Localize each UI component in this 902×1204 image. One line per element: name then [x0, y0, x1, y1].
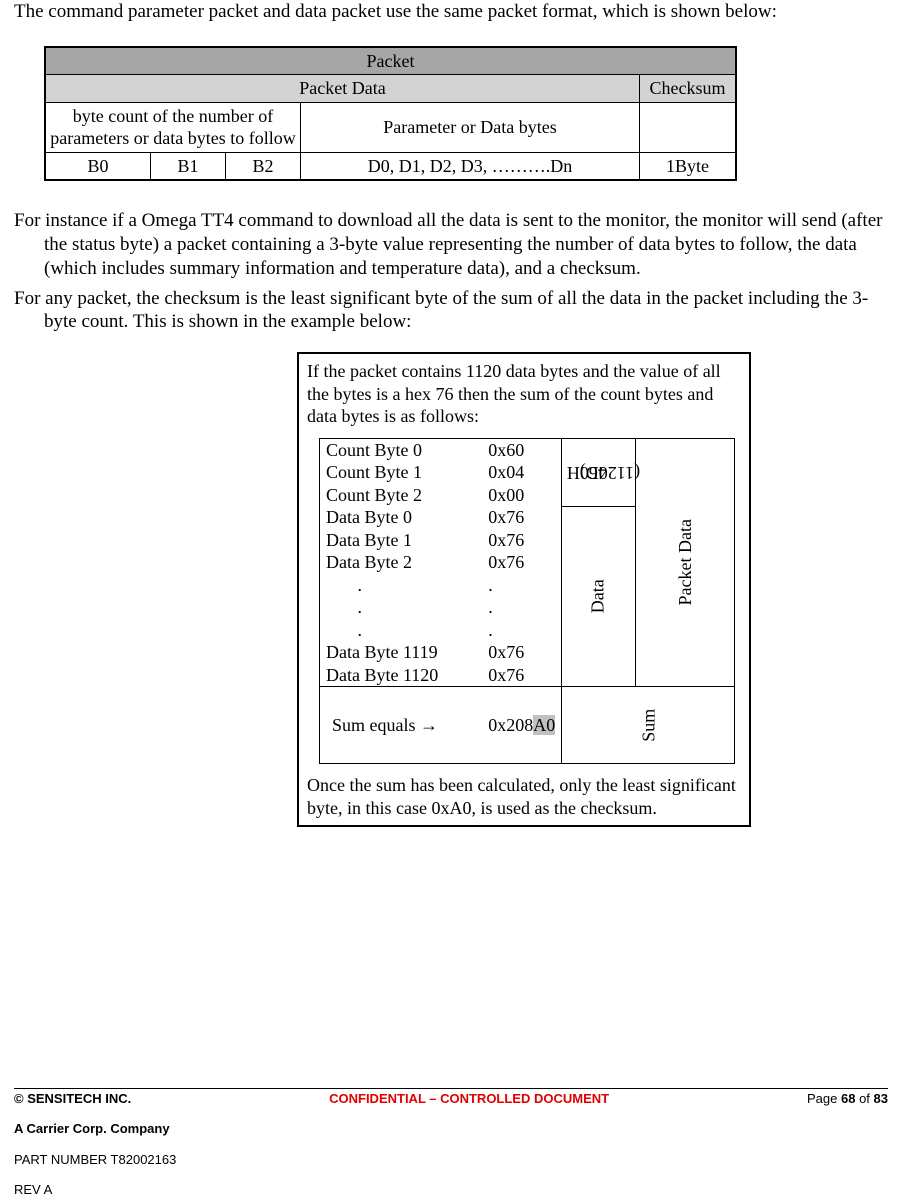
byte-value: 0x76	[482, 551, 562, 574]
b2-cell: B2	[226, 152, 301, 180]
byte-value: .	[482, 574, 562, 597]
page-footer: © SENSITECH INC. CONFIDENTIAL – CONTROLL…	[14, 1088, 888, 1198]
byte-label: Data Byte 1119	[320, 641, 483, 664]
byte-label: .	[320, 619, 483, 642]
byte-value: .	[482, 596, 562, 619]
packet-data-bracket-label: Packet Data	[635, 438, 734, 687]
param-or-data-desc: Parameter or Data bytes	[301, 102, 640, 152]
byte-label: Data Byte 2	[320, 551, 483, 574]
packet-format-table: Packet Packet Data Checksum byte count o…	[44, 46, 737, 182]
example-trail-text: Once the sum has been calculated, only t…	[298, 768, 750, 826]
footer-page-number: Page 68 of 83	[807, 1091, 888, 1107]
footer-rev: REV A	[14, 1182, 888, 1198]
checksum-size-cell: 1Byte	[640, 152, 737, 180]
checksum-cell-blank	[640, 102, 737, 152]
byte-value: 0x76	[482, 664, 562, 687]
byte-value: 0x76	[482, 529, 562, 552]
byte-label: .	[320, 596, 483, 619]
byte-value: 0x00	[482, 484, 562, 507]
byte-label: Count Byte 1	[320, 461, 483, 484]
packet-title: Packet	[45, 47, 736, 75]
byte-label: .	[320, 574, 483, 597]
intro-text: The command parameter packet and data pa…	[14, 0, 888, 24]
byte-label: Count Byte 2	[320, 484, 483, 507]
count-bracket-label: 460H(1120D)	[562, 438, 635, 506]
paragraph-3: For any packet, the checksum is the leas…	[14, 287, 888, 335]
sum-bracket-label: Sum	[562, 687, 735, 764]
checksum-header: Checksum	[640, 75, 737, 103]
sum-label: Sum equals →	[320, 687, 483, 764]
paragraph-2: For instance if a Omega TT4 command to d…	[14, 209, 888, 280]
packet-data-header: Packet Data	[45, 75, 640, 103]
byte-value: 0x76	[482, 506, 562, 529]
byte-label: Data Byte 1120	[320, 664, 483, 687]
footer-confidential: CONFIDENTIAL – CONTROLLED DOCUMENT	[329, 1091, 609, 1107]
sum-value: 0x208A0	[482, 687, 562, 764]
example-bytes-table: Count Byte 0 0x60 460H(1120D) Packet Dat…	[319, 438, 735, 765]
footer-company: A Carrier Corp. Company	[14, 1121, 888, 1137]
byte-count-desc: byte count of the number of parameters o…	[45, 102, 301, 152]
b1-cell: B1	[151, 152, 226, 180]
checksum-example-box: If the packet contains 1120 data bytes a…	[297, 352, 751, 827]
byte-label: Count Byte 0	[320, 438, 483, 461]
byte-label: Data Byte 1	[320, 529, 483, 552]
b0-cell: B0	[45, 152, 151, 180]
example-lead-text: If the packet contains 1120 data bytes a…	[298, 353, 750, 434]
byte-value: 0x60	[482, 438, 562, 461]
data-bracket-label: Data	[562, 506, 635, 687]
data-bytes-cell: D0, D1, D2, D3, ……….Dn	[301, 152, 640, 180]
byte-label: Data Byte 0	[320, 506, 483, 529]
footer-part-number: PART NUMBER T82002163	[14, 1152, 888, 1168]
byte-value: 0x04	[482, 461, 562, 484]
byte-value: .	[482, 619, 562, 642]
footer-copyright: © SENSITECH INC.	[14, 1091, 131, 1107]
byte-value: 0x76	[482, 641, 562, 664]
